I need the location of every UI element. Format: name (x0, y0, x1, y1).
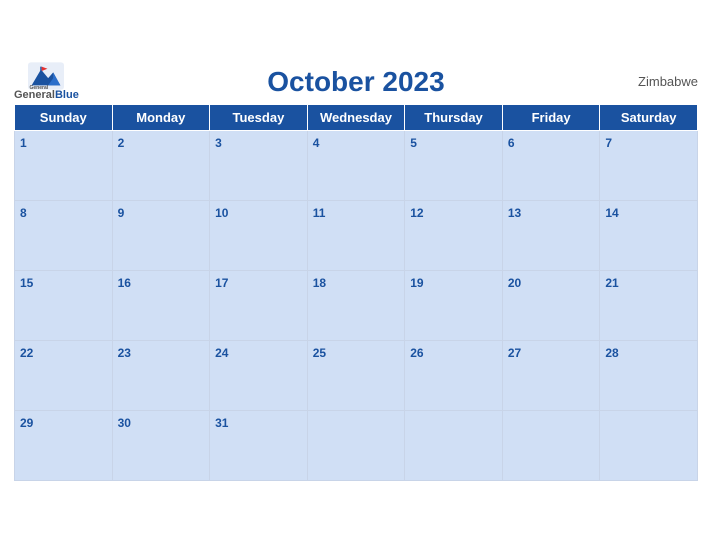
calendar-cell-week4-day6: 27 (502, 340, 600, 410)
logo-general-text: General (14, 90, 55, 101)
calendar-cell-week4-day4: 25 (307, 340, 405, 410)
logo-blue-text: Blue (55, 90, 79, 101)
calendar-table: Sunday Monday Tuesday Wednesday Thursday… (14, 104, 698, 481)
date-number-22: 22 (20, 346, 33, 360)
calendar-cell-week2-day7: 14 (600, 200, 698, 270)
header-friday: Friday (502, 104, 600, 130)
calendar-cell-week1-day1: 1 (15, 130, 113, 200)
date-number-14: 14 (605, 206, 618, 220)
calendar-cell-week5-day6 (502, 410, 600, 480)
header-tuesday: Tuesday (210, 104, 308, 130)
date-number-25: 25 (313, 346, 326, 360)
calendar-cell-week2-day1: 8 (15, 200, 113, 270)
date-number-21: 21 (605, 276, 618, 290)
header-sunday: Sunday (15, 104, 113, 130)
date-number-2: 2 (118, 136, 125, 150)
date-number-27: 27 (508, 346, 521, 360)
calendar-cell-week5-day7 (600, 410, 698, 480)
date-number-26: 26 (410, 346, 423, 360)
date-number-16: 16 (118, 276, 131, 290)
date-number-6: 6 (508, 136, 515, 150)
date-number-29: 29 (20, 416, 33, 430)
date-number-20: 20 (508, 276, 521, 290)
calendar-cell-week5-day3: 31 (210, 410, 308, 480)
calendar-week-row-2: 8 9 10 11 12 13 14 (15, 200, 698, 270)
date-number-7: 7 (605, 136, 612, 150)
weekday-header-row: Sunday Monday Tuesday Wednesday Thursday… (15, 104, 698, 130)
month-year-title: October 2023 (267, 66, 444, 98)
header-thursday: Thursday (405, 104, 503, 130)
date-number-12: 12 (410, 206, 423, 220)
calendar-cell-week5-day4 (307, 410, 405, 480)
calendar-cell-week3-day4: 18 (307, 270, 405, 340)
calendar-cell-week2-day4: 11 (307, 200, 405, 270)
calendar-cell-week4-day2: 23 (112, 340, 210, 410)
header-monday: Monday (112, 104, 210, 130)
header-saturday: Saturday (600, 104, 698, 130)
calendar-cell-week1-day7: 7 (600, 130, 698, 200)
calendar-cell-week4-day5: 26 (405, 340, 503, 410)
date-number-10: 10 (215, 206, 228, 220)
calendar-cell-week3-day5: 19 (405, 270, 503, 340)
calendar-cell-week2-day2: 9 (112, 200, 210, 270)
date-number-18: 18 (313, 276, 326, 290)
calendar-week-row-5: 29 30 31 (15, 410, 698, 480)
date-number-11: 11 (313, 206, 326, 220)
calendar-cell-week1-day6: 6 (502, 130, 600, 200)
calendar-cell-week1-day4: 4 (307, 130, 405, 200)
date-number-19: 19 (410, 276, 423, 290)
calendar-cell-week3-day7: 21 (600, 270, 698, 340)
calendar-cell-week3-day3: 17 (210, 270, 308, 340)
calendar-cell-week2-day5: 12 (405, 200, 503, 270)
calendar-cell-week4-day3: 24 (210, 340, 308, 410)
date-number-24: 24 (215, 346, 228, 360)
date-number-31: 31 (215, 416, 228, 430)
calendar-week-row-4: 22 23 24 25 26 27 28 (15, 340, 698, 410)
calendar-week-row-3: 15 16 17 18 19 20 21 (15, 270, 698, 340)
calendar-cell-week5-day5 (405, 410, 503, 480)
calendar-cell-week2-day6: 13 (502, 200, 600, 270)
date-number-13: 13 (508, 206, 521, 220)
date-number-23: 23 (118, 346, 131, 360)
calendar-cell-week1-day3: 3 (210, 130, 308, 200)
date-number-28: 28 (605, 346, 618, 360)
date-number-15: 15 (20, 276, 33, 290)
calendar-week-row-1: 1 2 3 4 5 6 7 (15, 130, 698, 200)
calendar-cell-week4-day7: 28 (600, 340, 698, 410)
calendar-cell-week1-day5: 5 (405, 130, 503, 200)
calendar-cell-week1-day2: 2 (112, 130, 210, 200)
calendar-cell-week3-day2: 16 (112, 270, 210, 340)
date-number-5: 5 (410, 136, 417, 150)
calendar-cell-week5-day1: 29 (15, 410, 113, 480)
calendar-cell-week3-day6: 20 (502, 270, 600, 340)
calendar-cell-week4-day1: 22 (15, 340, 113, 410)
date-number-8: 8 (20, 206, 27, 220)
calendar-cell-week5-day2: 30 (112, 410, 210, 480)
calendar-container: General Blue General Blue October 2023 Z… (0, 56, 712, 495)
generalblue-logo-icon: General Blue (28, 62, 64, 90)
calendar-cell-week3-day1: 15 (15, 270, 113, 340)
date-number-1: 1 (20, 136, 27, 150)
country-label: Zimbabwe (638, 74, 698, 89)
date-number-4: 4 (313, 136, 320, 150)
header-wednesday: Wednesday (307, 104, 405, 130)
logo-area: General Blue General Blue (14, 62, 79, 101)
calendar-cell-week2-day3: 10 (210, 200, 308, 270)
date-number-9: 9 (118, 206, 125, 220)
date-number-30: 30 (118, 416, 131, 430)
date-number-3: 3 (215, 136, 222, 150)
date-number-17: 17 (215, 276, 228, 290)
calendar-header: General Blue General Blue October 2023 Z… (14, 66, 698, 98)
